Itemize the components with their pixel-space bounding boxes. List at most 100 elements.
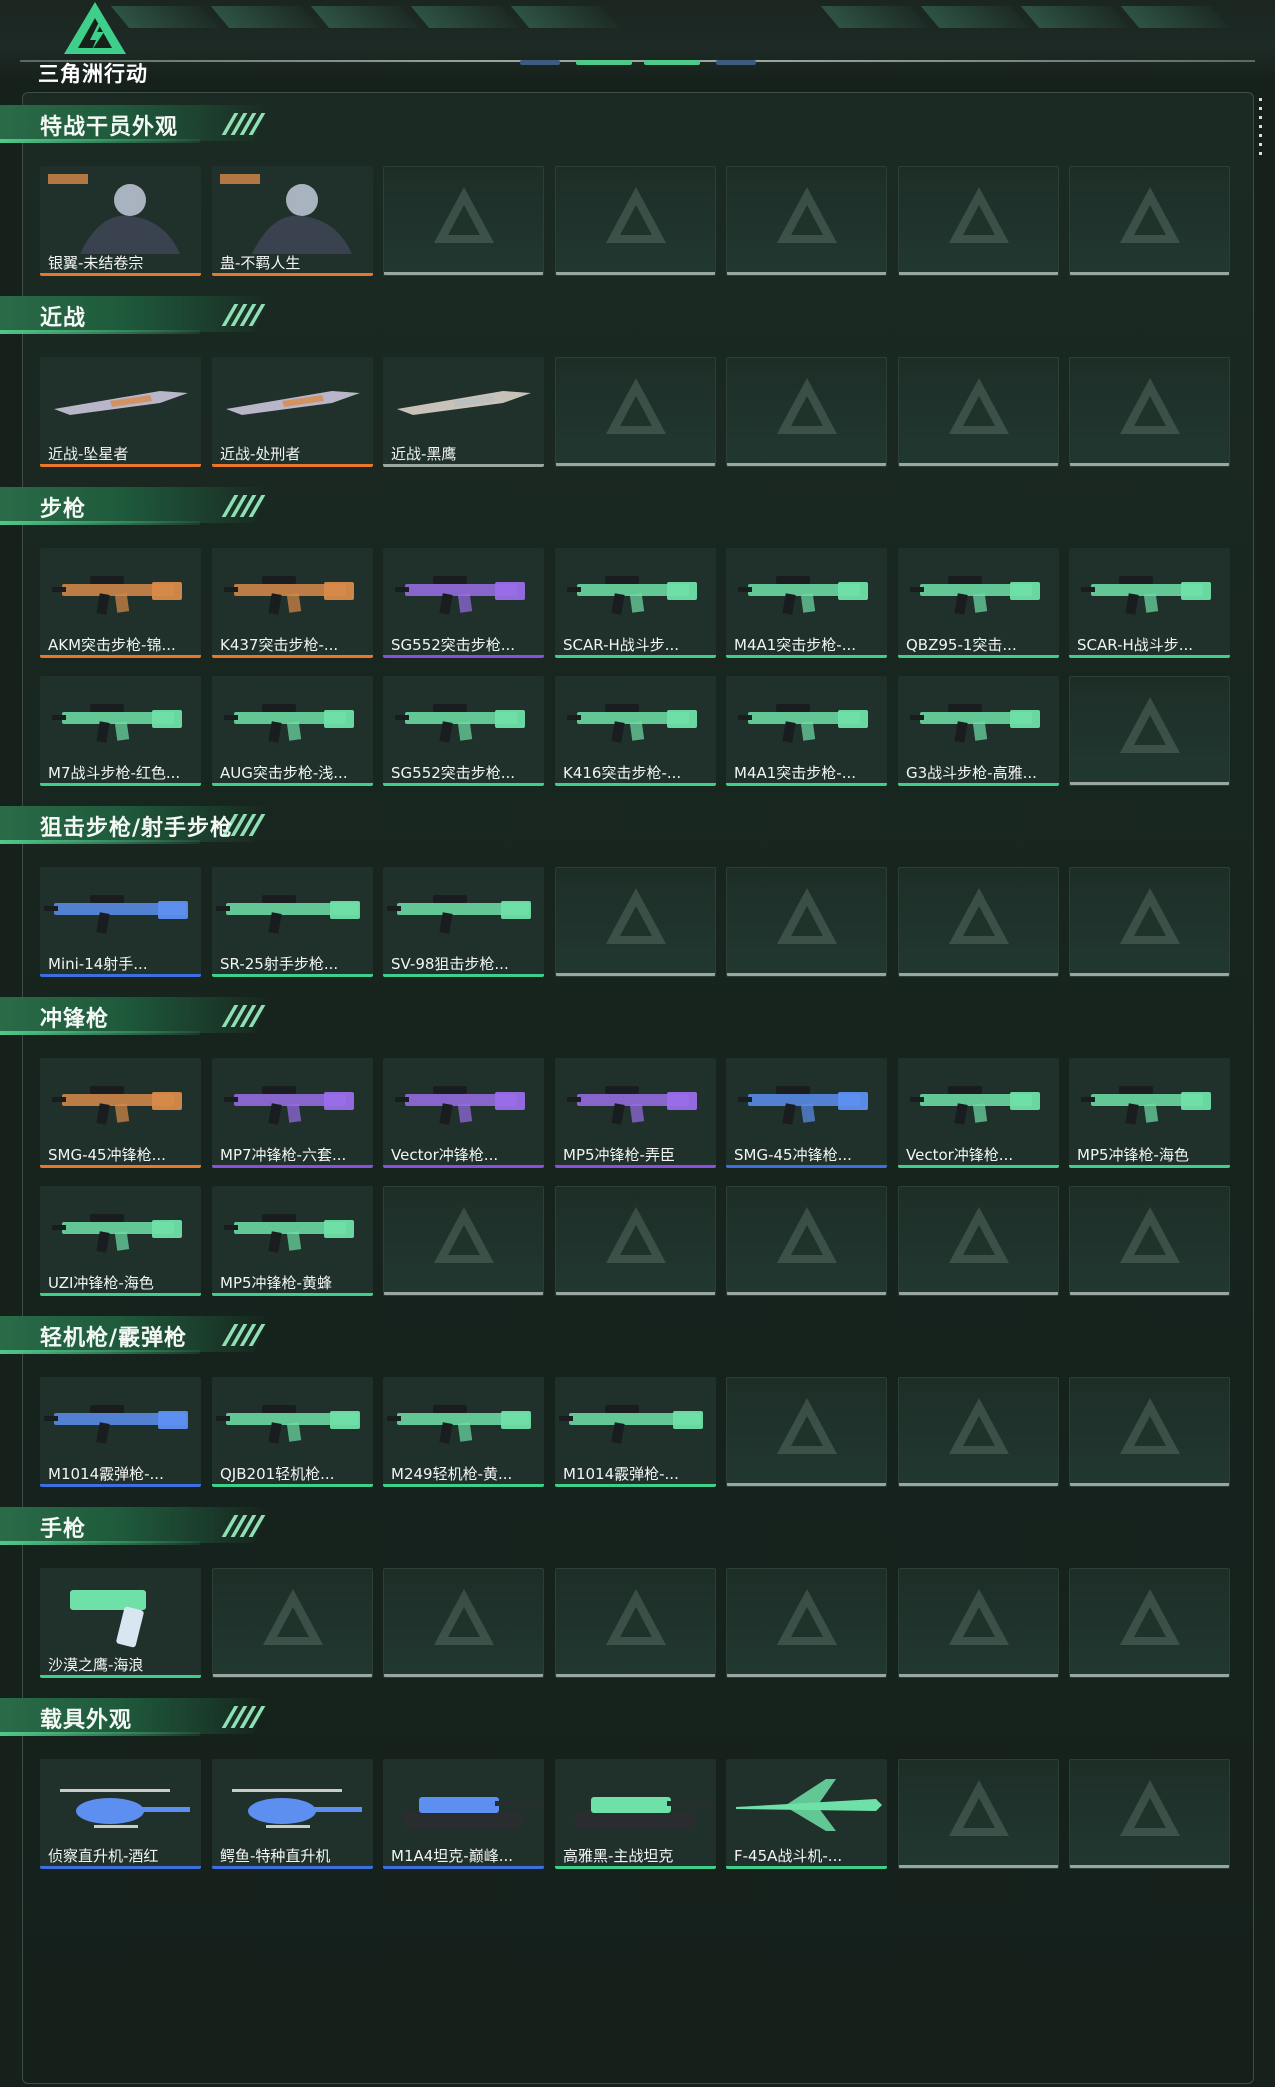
empty-slot-logo-icon bbox=[949, 1589, 1009, 1645]
item-card[interactable]: 高雅黑-主战坦克 bbox=[555, 1759, 716, 1869]
item-card[interactable]: SG552突击步枪... bbox=[383, 676, 544, 786]
rifle-icon bbox=[910, 704, 1040, 743]
item-card[interactable]: QBZ95-1突击... bbox=[898, 548, 1059, 658]
item-card[interactable]: UZI冲锋枪-海色 bbox=[40, 1186, 201, 1296]
item-card[interactable]: 近战-黑鹰 bbox=[383, 357, 544, 467]
item-card[interactable]: SG552突击步枪... bbox=[383, 548, 544, 658]
empty-slot-logo-icon bbox=[777, 888, 837, 944]
section-header-accent bbox=[0, 330, 200, 334]
empty-slot-logo-icon bbox=[777, 378, 837, 434]
item-card[interactable]: MP5冲锋枪-弄臣 bbox=[555, 1058, 716, 1168]
item-card[interactable]: M249轻机枪-黄... bbox=[383, 1377, 544, 1487]
section-title: 特战干员外观 bbox=[40, 115, 179, 140]
item-card[interactable]: QJB201轻机枪... bbox=[212, 1377, 373, 1487]
item-name: SMG-45冲锋枪... bbox=[48, 1146, 166, 1164]
empty-slot bbox=[898, 166, 1059, 276]
empty-slot-logo-icon bbox=[949, 1207, 1009, 1263]
empty-slot-logo-icon bbox=[1120, 187, 1180, 243]
item-card[interactable]: SCAR-H战斗步... bbox=[1069, 548, 1230, 658]
item-card[interactable]: 蛊-不羁人生 bbox=[212, 166, 373, 276]
section-slash-decoration bbox=[221, 495, 268, 517]
rarity-bar bbox=[40, 1866, 201, 1869]
empty-slot bbox=[726, 357, 887, 467]
item-card[interactable]: Mini-14射手... bbox=[40, 867, 201, 977]
item-card[interactable]: SMG-45冲锋枪... bbox=[726, 1058, 887, 1168]
item-card[interactable]: M4A1突击步枪-... bbox=[726, 676, 887, 786]
item-card[interactable]: 近战-坠星者 bbox=[40, 357, 201, 467]
empty-slot-logo-icon bbox=[949, 1780, 1009, 1836]
section-header: 轻机枪/霰弹枪 bbox=[0, 1314, 280, 1354]
empty-slot bbox=[898, 867, 1059, 977]
item-name: SCAR-H战斗步... bbox=[1077, 636, 1194, 654]
attack-helicopter-icon bbox=[232, 1789, 362, 1828]
smg-icon bbox=[224, 1214, 354, 1253]
empty-slot bbox=[555, 166, 716, 276]
item-card[interactable]: MP5冲锋枪-海色 bbox=[1069, 1058, 1230, 1168]
item-name: M1014霰弹枪-... bbox=[48, 1465, 164, 1483]
item-card[interactable]: M7战斗步枪-红色... bbox=[40, 676, 201, 786]
item-card[interactable]: M1014霰弹枪-... bbox=[555, 1377, 716, 1487]
item-card[interactable]: F-45A战斗机-... bbox=[726, 1759, 887, 1869]
item-card[interactable]: SR-25射手步枪... bbox=[212, 867, 373, 977]
game-logo: 三角洲行动 bbox=[38, 0, 158, 86]
smg-icon bbox=[1081, 1086, 1211, 1125]
item-card[interactable]: AUG突击步枪-浅... bbox=[212, 676, 373, 786]
empty-slot-logo-icon bbox=[1120, 1207, 1180, 1263]
item-card[interactable]: M4A1突击步枪-... bbox=[726, 548, 887, 658]
rarity-bar bbox=[212, 1866, 373, 1869]
section-title: 轻机枪/霰弹枪 bbox=[40, 1326, 188, 1351]
item-card[interactable]: SMG-45冲锋枪... bbox=[40, 1058, 201, 1168]
empty-slot bbox=[383, 1186, 544, 1296]
item-name: SG552突击步枪... bbox=[391, 764, 516, 782]
rarity-bar bbox=[555, 655, 716, 658]
item-card[interactable]: K437突击步枪-... bbox=[212, 548, 373, 658]
empty-slot-logo-icon bbox=[1120, 378, 1180, 434]
item-card[interactable]: K416突击步枪-... bbox=[555, 676, 716, 786]
item-card[interactable]: SV-98狙击步枪... bbox=[383, 867, 544, 977]
rarity-bar bbox=[1069, 1165, 1230, 1168]
item-card[interactable]: 近战-处刑者 bbox=[212, 357, 373, 467]
empty-slot-logo-icon bbox=[1120, 1780, 1180, 1836]
item-card[interactable]: 侦察直升机-酒红 bbox=[40, 1759, 201, 1869]
item-name: AKM突击步枪-锦... bbox=[48, 636, 176, 654]
rifle-icon bbox=[224, 576, 354, 615]
item-card[interactable]: SCAR-H战斗步... bbox=[555, 548, 716, 658]
melee-blade-icon bbox=[54, 391, 188, 415]
empty-slot-bar bbox=[556, 463, 715, 466]
item-card[interactable]: M1A4坦克-巅峰... bbox=[383, 1759, 544, 1869]
section-slash-decoration bbox=[221, 304, 268, 326]
item-name: SV-98狙击步枪... bbox=[391, 955, 509, 973]
rarity-bar bbox=[212, 655, 373, 658]
empty-slot-logo-icon bbox=[434, 187, 494, 243]
item-name: QJB201轻机枪... bbox=[220, 1465, 335, 1483]
operator-portrait-icon bbox=[48, 174, 180, 254]
item-card[interactable]: Vector冲锋枪... bbox=[383, 1058, 544, 1168]
item-name: 侦察直升机-酒红 bbox=[48, 1847, 159, 1865]
item-card[interactable]: MP5冲锋枪-黄蜂 bbox=[212, 1186, 373, 1296]
rarity-bar bbox=[383, 1866, 544, 1869]
empty-slot-bar bbox=[1070, 1674, 1229, 1677]
rarity-bar bbox=[555, 1866, 716, 1869]
smg-icon bbox=[52, 1086, 182, 1125]
rarity-bar bbox=[40, 974, 201, 977]
item-card[interactable]: MP7冲锋枪-六套... bbox=[212, 1058, 373, 1168]
item-card[interactable]: M1014霰弹枪-... bbox=[40, 1377, 201, 1487]
item-card[interactable]: 沙漠之鹰-海浪 bbox=[40, 1568, 201, 1678]
empty-slot bbox=[1069, 1568, 1230, 1678]
section-header: 冲锋枪 bbox=[0, 995, 280, 1035]
panel-scroll-indicator[interactable] bbox=[1259, 98, 1263, 158]
item-card[interactable]: 鳄鱼-特种直升机 bbox=[212, 1759, 373, 1869]
rarity-bar bbox=[40, 273, 201, 276]
empty-slot bbox=[1069, 676, 1230, 786]
empty-slot bbox=[1069, 1186, 1230, 1296]
melee-axe-icon bbox=[226, 391, 360, 415]
item-card[interactable]: Vector冲锋枪... bbox=[898, 1058, 1059, 1168]
rarity-bar bbox=[40, 1165, 201, 1168]
item-card[interactable]: AKM突击步枪-锦... bbox=[40, 548, 201, 658]
item-name: MP5冲锋枪-弄臣 bbox=[563, 1146, 675, 1164]
item-card[interactable]: 银翼-未结卷宗 bbox=[40, 166, 201, 276]
empty-slot-logo-icon bbox=[434, 1589, 494, 1645]
item-card[interactable]: G3战斗步枪-高雅... bbox=[898, 676, 1059, 786]
empty-slot-logo-icon bbox=[1120, 1398, 1180, 1454]
section-title: 步枪 bbox=[40, 497, 87, 522]
